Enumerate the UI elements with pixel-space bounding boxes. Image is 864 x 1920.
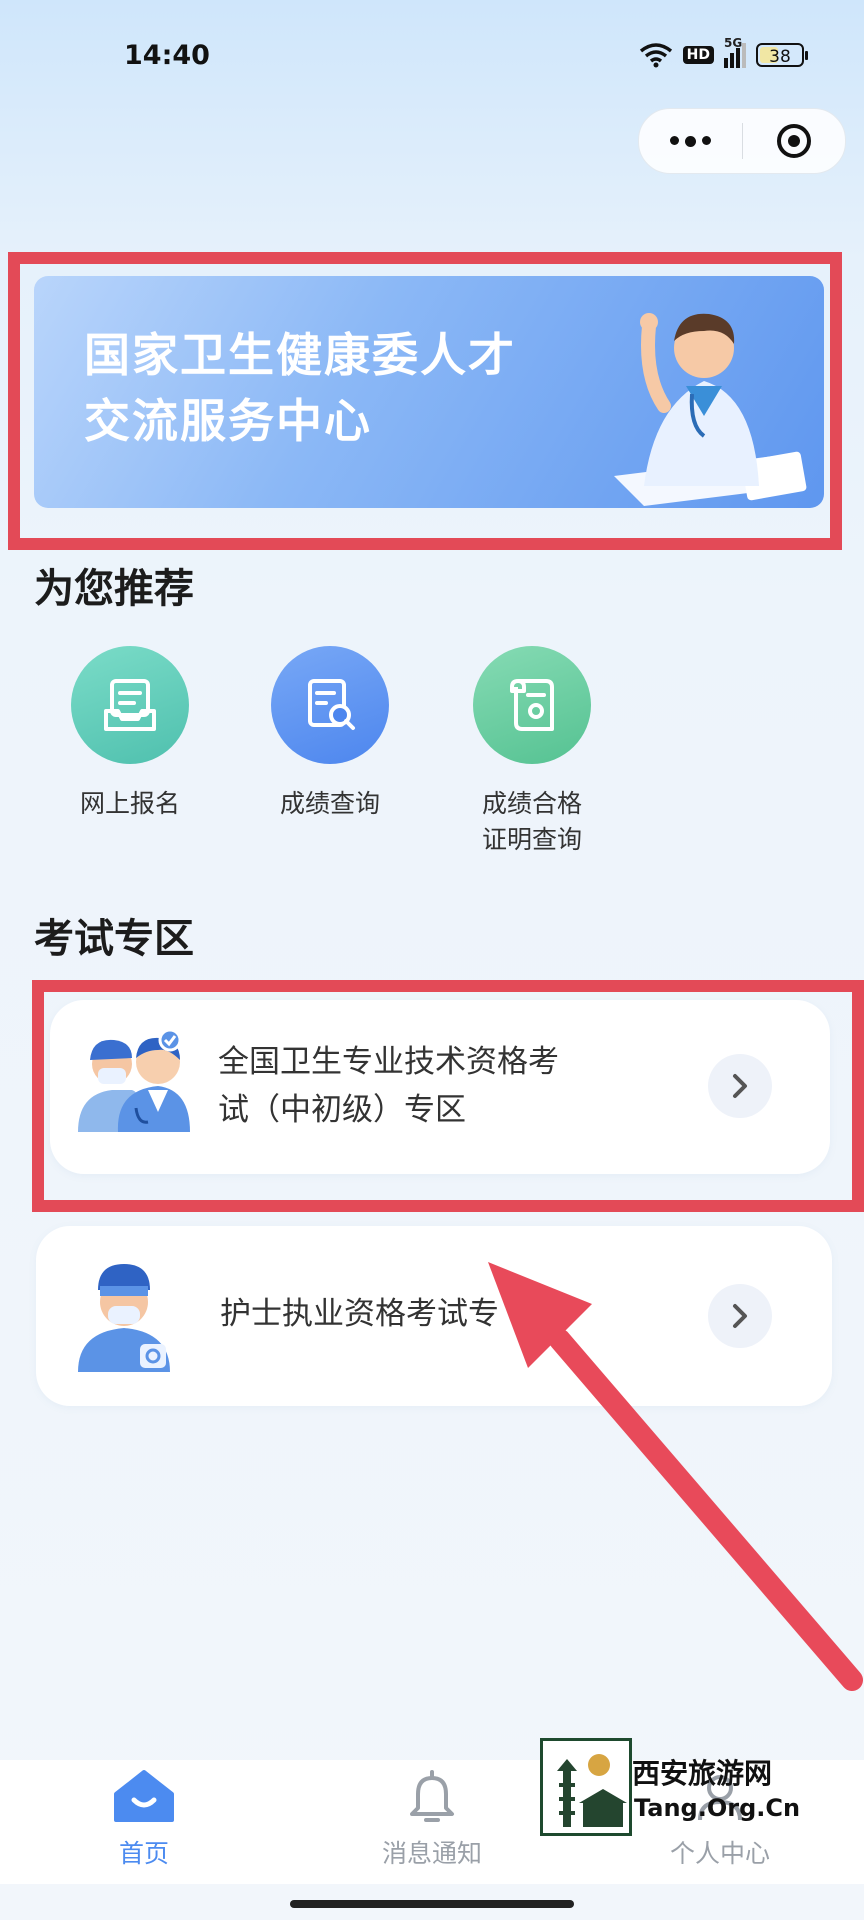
quick-online-registration[interactable]: 网上报名 (60, 646, 200, 822)
tab-messages[interactable]: 消息通知 (352, 1768, 512, 1870)
bell-icon (410, 1770, 454, 1822)
home-icon (114, 1770, 174, 1822)
quick-label: 网上报名 (79, 789, 180, 818)
watermark-url: Tang.Org.Cn (634, 1794, 801, 1822)
form-tray-icon (71, 646, 189, 764)
battery-icon: 38 (756, 43, 808, 67)
nurse-icon (78, 1264, 170, 1372)
tab-label: 个人中心 (669, 1839, 770, 1868)
wifi-icon (639, 43, 672, 68)
watermark-title: 西安旅游网 (632, 1757, 773, 1790)
home-indicator (290, 1900, 574, 1908)
exam-card-nurse[interactable]: 护士执业资格考试专 (36, 1226, 832, 1406)
close-miniprogram-button[interactable] (743, 109, 846, 173)
watermark-logo (540, 1738, 632, 1836)
document-search-icon (271, 646, 389, 764)
quick-score-query[interactable]: 成绩查询 (260, 646, 400, 822)
tab-home[interactable]: 首页 (64, 1768, 224, 1870)
tab-label: 消息通知 (381, 1839, 482, 1868)
pagoda-icon (557, 1754, 627, 1827)
tab-label: 首页 (118, 1839, 169, 1868)
banner-highlight-box (8, 252, 842, 550)
miniprogram-capsule (638, 108, 846, 174)
status-icons: HD 5G 38 (639, 36, 808, 68)
certificate-scroll-icon (473, 646, 591, 764)
target-circle-icon (776, 124, 811, 158)
quick-certificate-query[interactable]: 成绩合格 证明查询 (462, 646, 602, 858)
recommend-section-title: 为您推荐 (34, 566, 194, 612)
more-button[interactable] (639, 109, 742, 173)
quick-label: 成绩合格 证明查询 (481, 789, 582, 854)
signal-icon: 5G (724, 36, 746, 68)
hd-badge: HD (682, 46, 714, 64)
status-time: 14:40 (124, 40, 210, 71)
chevron-right-icon[interactable] (708, 1284, 772, 1348)
exam-card-highlight-box (32, 980, 864, 1212)
exam-zone-section-title: 考试专区 (34, 916, 194, 962)
more-dots-icon (669, 135, 711, 147)
quick-label: 成绩查询 (279, 789, 380, 818)
exam-card-title: 护士执业资格考试专 (220, 1296, 499, 1332)
